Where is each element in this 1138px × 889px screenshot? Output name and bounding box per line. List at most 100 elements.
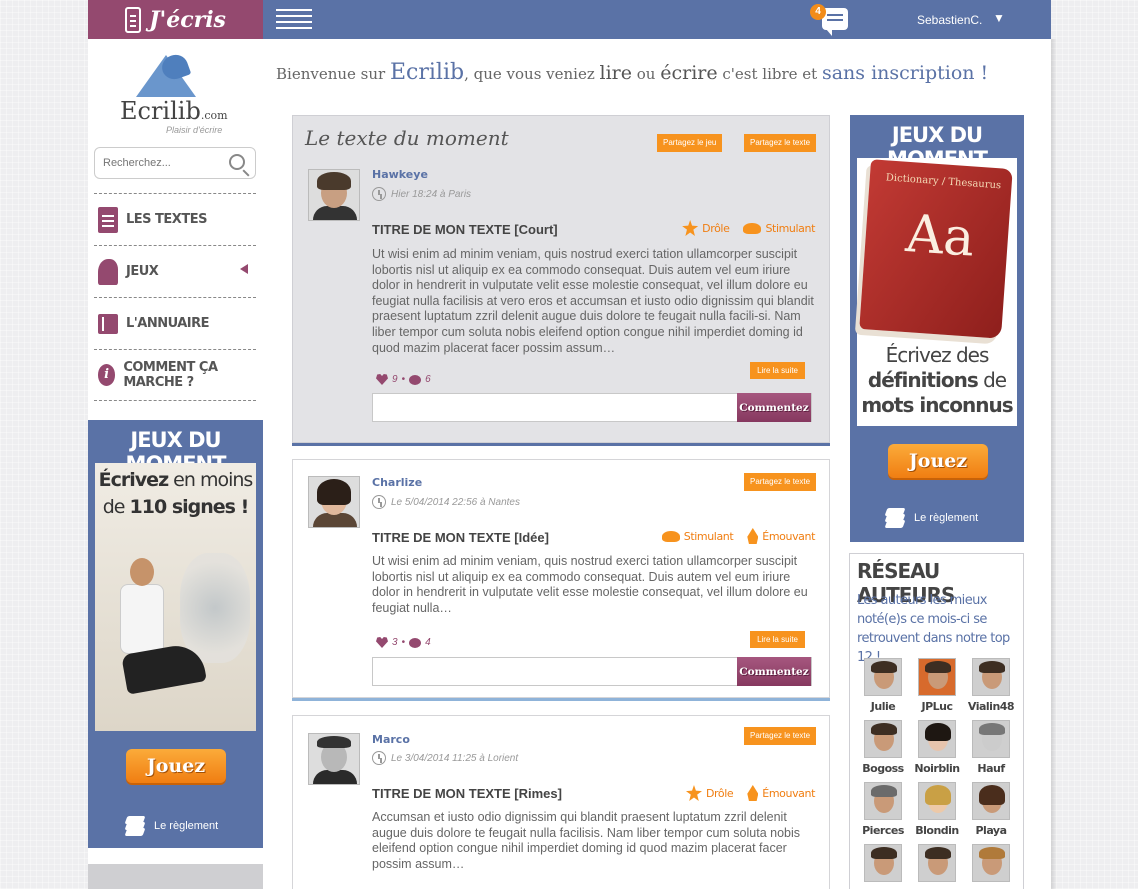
post-date: Hier 18:24 à Paris xyxy=(372,187,471,201)
comment-input[interactable] xyxy=(373,394,735,421)
comment-form: Commentez xyxy=(372,393,812,422)
play-button[interactable]: Jouez xyxy=(126,749,226,783)
promo-line2-bold: 110 signes ! xyxy=(129,496,250,518)
likes-count: 9 xyxy=(392,374,398,385)
avatar xyxy=(972,782,1010,820)
comment-button[interactable]: Commentez xyxy=(737,393,811,422)
search-icon[interactable] xyxy=(229,154,245,170)
star-icon xyxy=(685,785,702,801)
comment-bubble-icon[interactable] xyxy=(409,374,422,385)
post-excerpt: Ut wisi enim ad minim veniam, quis nostr… xyxy=(372,554,808,615)
post-stats: 3 • 4 xyxy=(376,637,431,648)
play-button[interactable]: Jouez xyxy=(888,444,988,478)
avatar xyxy=(864,658,902,696)
chevron-down-icon[interactable]: ▼ xyxy=(993,11,1005,25)
search-box xyxy=(94,147,256,179)
man-illustration xyxy=(120,558,210,718)
author-card[interactable]: Vialin48 xyxy=(964,658,1018,713)
comment-button[interactable]: Commentez xyxy=(737,657,811,686)
post-title[interactable]: TITRE DE MON TEXTE [Court] xyxy=(372,222,558,237)
promo-line1-bold: Écrivez xyxy=(98,469,169,491)
avatar[interactable] xyxy=(308,169,360,221)
comments-count: 6 xyxy=(425,374,431,385)
layers-icon xyxy=(124,816,146,836)
post-excerpt: Ut wisi enim ad minim veniam, quis nostr… xyxy=(372,247,814,355)
author-card[interactable] xyxy=(856,844,910,886)
author-card[interactable]: Noirblin xyxy=(910,720,964,775)
nav-item-directory[interactable]: L'ANNUAIRE xyxy=(94,297,256,349)
author-card[interactable] xyxy=(964,844,1018,886)
post-date: Le 3/04/2014 11:25 à Lorient xyxy=(372,751,518,765)
promo-line1: Écrivez des xyxy=(885,343,990,367)
avatar xyxy=(972,720,1010,758)
star-icon xyxy=(682,220,699,236)
post-author[interactable]: Charlize xyxy=(372,476,422,489)
comment-input[interactable] xyxy=(373,658,735,685)
author-card[interactable]: Playa xyxy=(964,782,1018,837)
cloud-icon xyxy=(661,530,680,542)
read-more-button[interactable]: Lire la suite xyxy=(750,631,805,648)
author-card[interactable]: Bogoss xyxy=(856,720,910,775)
share-text-button[interactable]: Partagez le texte xyxy=(744,727,817,745)
post-author[interactable]: Hawkeye xyxy=(372,168,428,181)
rules-label: Le règlement xyxy=(914,512,979,524)
authors-subtitle: Les auteurs les mieux noté(e)s ce mois-c… xyxy=(857,593,1010,665)
tear-icon xyxy=(747,785,759,801)
book-letters: Aa xyxy=(903,203,977,269)
caret-left-icon xyxy=(240,264,248,274)
search-input[interactable] xyxy=(95,148,215,178)
promo-line2: de xyxy=(977,368,1007,392)
avatar[interactable] xyxy=(308,733,360,785)
post-card: Partagez le texte Charlize Le 5/04/2014 … xyxy=(292,459,830,701)
nav-item-games[interactable]: JEUX xyxy=(94,245,256,297)
dictionary-promo-card[interactable]: Dictionary / Thesaurus Aa Écrivez des dé… xyxy=(857,158,1017,426)
share-text-button[interactable]: Partagez le texte xyxy=(744,134,817,152)
notification-badge: 4 xyxy=(810,4,826,20)
book-label: Dictionary / Thesaurus xyxy=(885,172,1002,192)
author-card[interactable]: Julie xyxy=(856,658,910,713)
left-sidebar: Ecrilib.com Plaisir d'écrire LES TEXTES … xyxy=(88,39,263,889)
share-game-button[interactable]: Partagez le jeu xyxy=(657,134,723,152)
main-nav: LES TEXTES JEUX L'ANNUAIRE i COMMENT ÇA … xyxy=(94,193,256,401)
tag-moving: Émouvant xyxy=(747,785,815,801)
author-card[interactable] xyxy=(910,844,964,886)
author-card[interactable]: Pierces xyxy=(856,782,910,837)
nav-item-texts[interactable]: LES TEXTES xyxy=(94,193,256,245)
avatar xyxy=(864,844,902,882)
avatar xyxy=(972,658,1010,696)
rules-link[interactable]: Le règlement xyxy=(884,508,978,528)
clock-icon xyxy=(372,495,386,509)
promo-line2: de xyxy=(102,496,130,518)
heart-icon[interactable] xyxy=(376,637,388,648)
rules-label: Le règlement xyxy=(154,820,219,832)
tag-stimulating: Stimulant xyxy=(743,220,815,236)
post-tags: Stimulant Émouvant xyxy=(661,528,815,544)
promo-line3-bold: mots inconnus xyxy=(861,393,1013,417)
author-card[interactable]: Blondin xyxy=(910,782,964,837)
layers-icon xyxy=(884,508,906,528)
post-date: Le 5/04/2014 22:56 à Nantes xyxy=(372,495,520,509)
tag-funny: Drôle xyxy=(685,785,734,801)
user-menu[interactable]: SebastienC. xyxy=(917,13,982,27)
nav-item-how-it-works[interactable]: i COMMENT ÇA MARCHE ? xyxy=(94,349,256,401)
write-tab[interactable]: J'écris xyxy=(88,0,263,39)
avatar xyxy=(918,658,956,696)
site-logo[interactable]: Ecrilib.com Plaisir d'écrire xyxy=(118,51,238,143)
share-text-button[interactable]: Partagez le texte xyxy=(744,473,817,491)
clock-icon xyxy=(372,187,386,201)
post-author[interactable]: Marco xyxy=(372,733,410,746)
promo-banner-image[interactable]: Écrivez en moins de 110 signes ! xyxy=(95,463,256,731)
rules-link[interactable]: Le règlement xyxy=(124,816,218,836)
heart-icon[interactable] xyxy=(376,374,388,385)
author-card[interactable]: JPLuc xyxy=(910,658,964,713)
post-title[interactable]: TITRE DE MON TEXTE [Rimes] xyxy=(372,786,562,801)
menu-icon[interactable] xyxy=(276,9,312,31)
likes-count: 3 xyxy=(392,637,398,648)
comment-bubble-icon[interactable] xyxy=(409,637,422,648)
post-title[interactable]: TITRE DE MON TEXTE [Idée] xyxy=(372,530,549,545)
read-more-button[interactable]: Lire la suite xyxy=(750,362,805,379)
author-card[interactable]: Hauf xyxy=(964,720,1018,775)
clock-icon xyxy=(372,751,386,765)
post-stats: 9 • 6 xyxy=(376,374,431,385)
avatar[interactable] xyxy=(308,476,360,528)
